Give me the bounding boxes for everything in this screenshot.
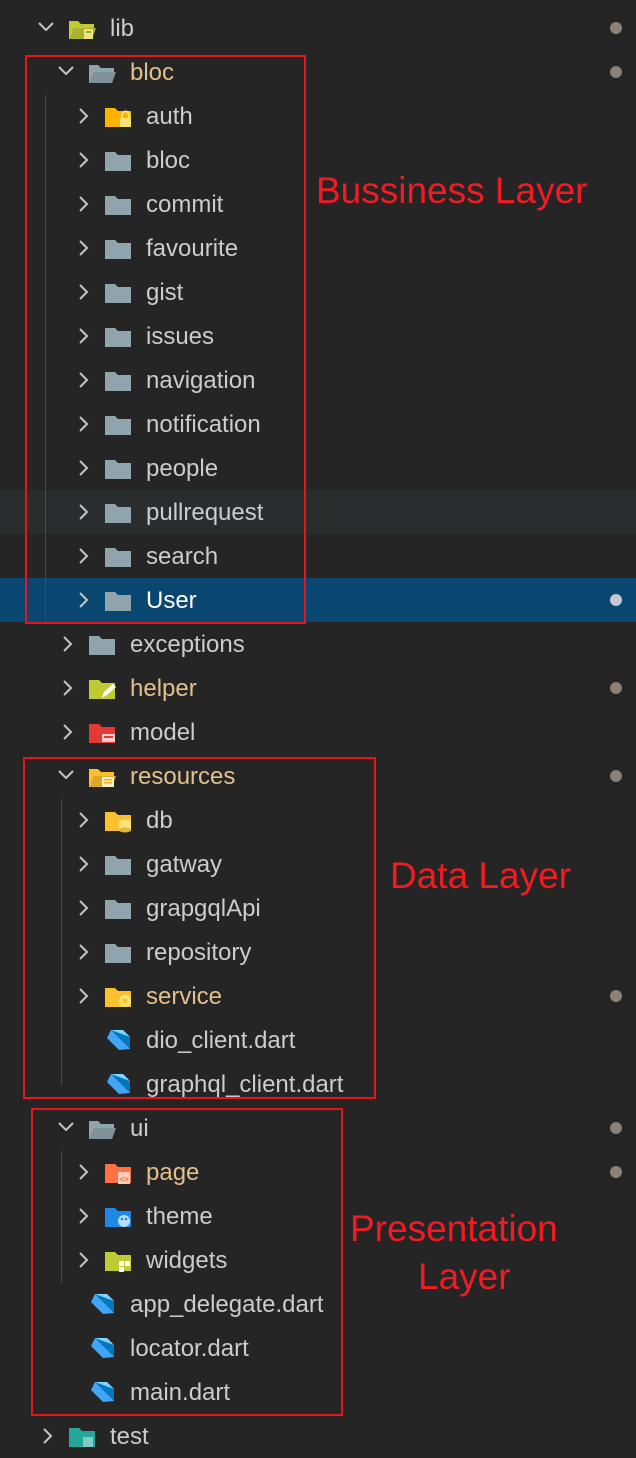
modified-dot (610, 66, 622, 78)
modified-dot (610, 1166, 622, 1178)
business-layer-label: Bussiness Layer (316, 170, 588, 211)
tree-row-label: lib (110, 15, 135, 42)
modified-dot (610, 594, 622, 606)
tree-row-helper[interactable]: helper (0, 666, 636, 710)
presentation-layer-box (31, 1108, 343, 1416)
modified-dot (610, 22, 622, 34)
folder-helper-icon (87, 675, 117, 701)
chevron-right-icon[interactable] (59, 723, 75, 741)
modified-dot (610, 682, 622, 694)
chevron-right-icon[interactable] (59, 679, 75, 697)
tree-row-label: helper (130, 675, 197, 702)
folder-lib-icon (67, 15, 97, 41)
tree-row-test[interactable]: test (0, 1414, 636, 1458)
tree-row-label: exceptions (130, 631, 245, 658)
modified-dot (610, 770, 622, 782)
tree-row-exceptions[interactable]: exceptions (0, 622, 636, 666)
folder-icon (87, 631, 117, 657)
tree-row-lib[interactable]: lib (0, 6, 636, 50)
presentation-layer-label-line1: Presentation (350, 1208, 558, 1249)
chevron-right-icon[interactable] (39, 1427, 55, 1445)
business-layer-box (25, 55, 306, 624)
tree-row-label: test (110, 1423, 149, 1450)
modified-dot (610, 1122, 622, 1134)
modified-dot (610, 990, 622, 1002)
presentation-layer-label-line2: Layer (418, 1256, 511, 1297)
folder-model-icon (87, 719, 117, 745)
folder-test-icon (67, 1423, 97, 1449)
data-layer-box (23, 757, 376, 1099)
data-layer-label: Data Layer (390, 855, 571, 896)
tree-row-label: model (130, 719, 196, 746)
chevron-right-icon[interactable] (59, 635, 75, 653)
tree-row-model[interactable]: model (0, 710, 636, 754)
chevron-down-icon[interactable] (37, 19, 54, 37)
